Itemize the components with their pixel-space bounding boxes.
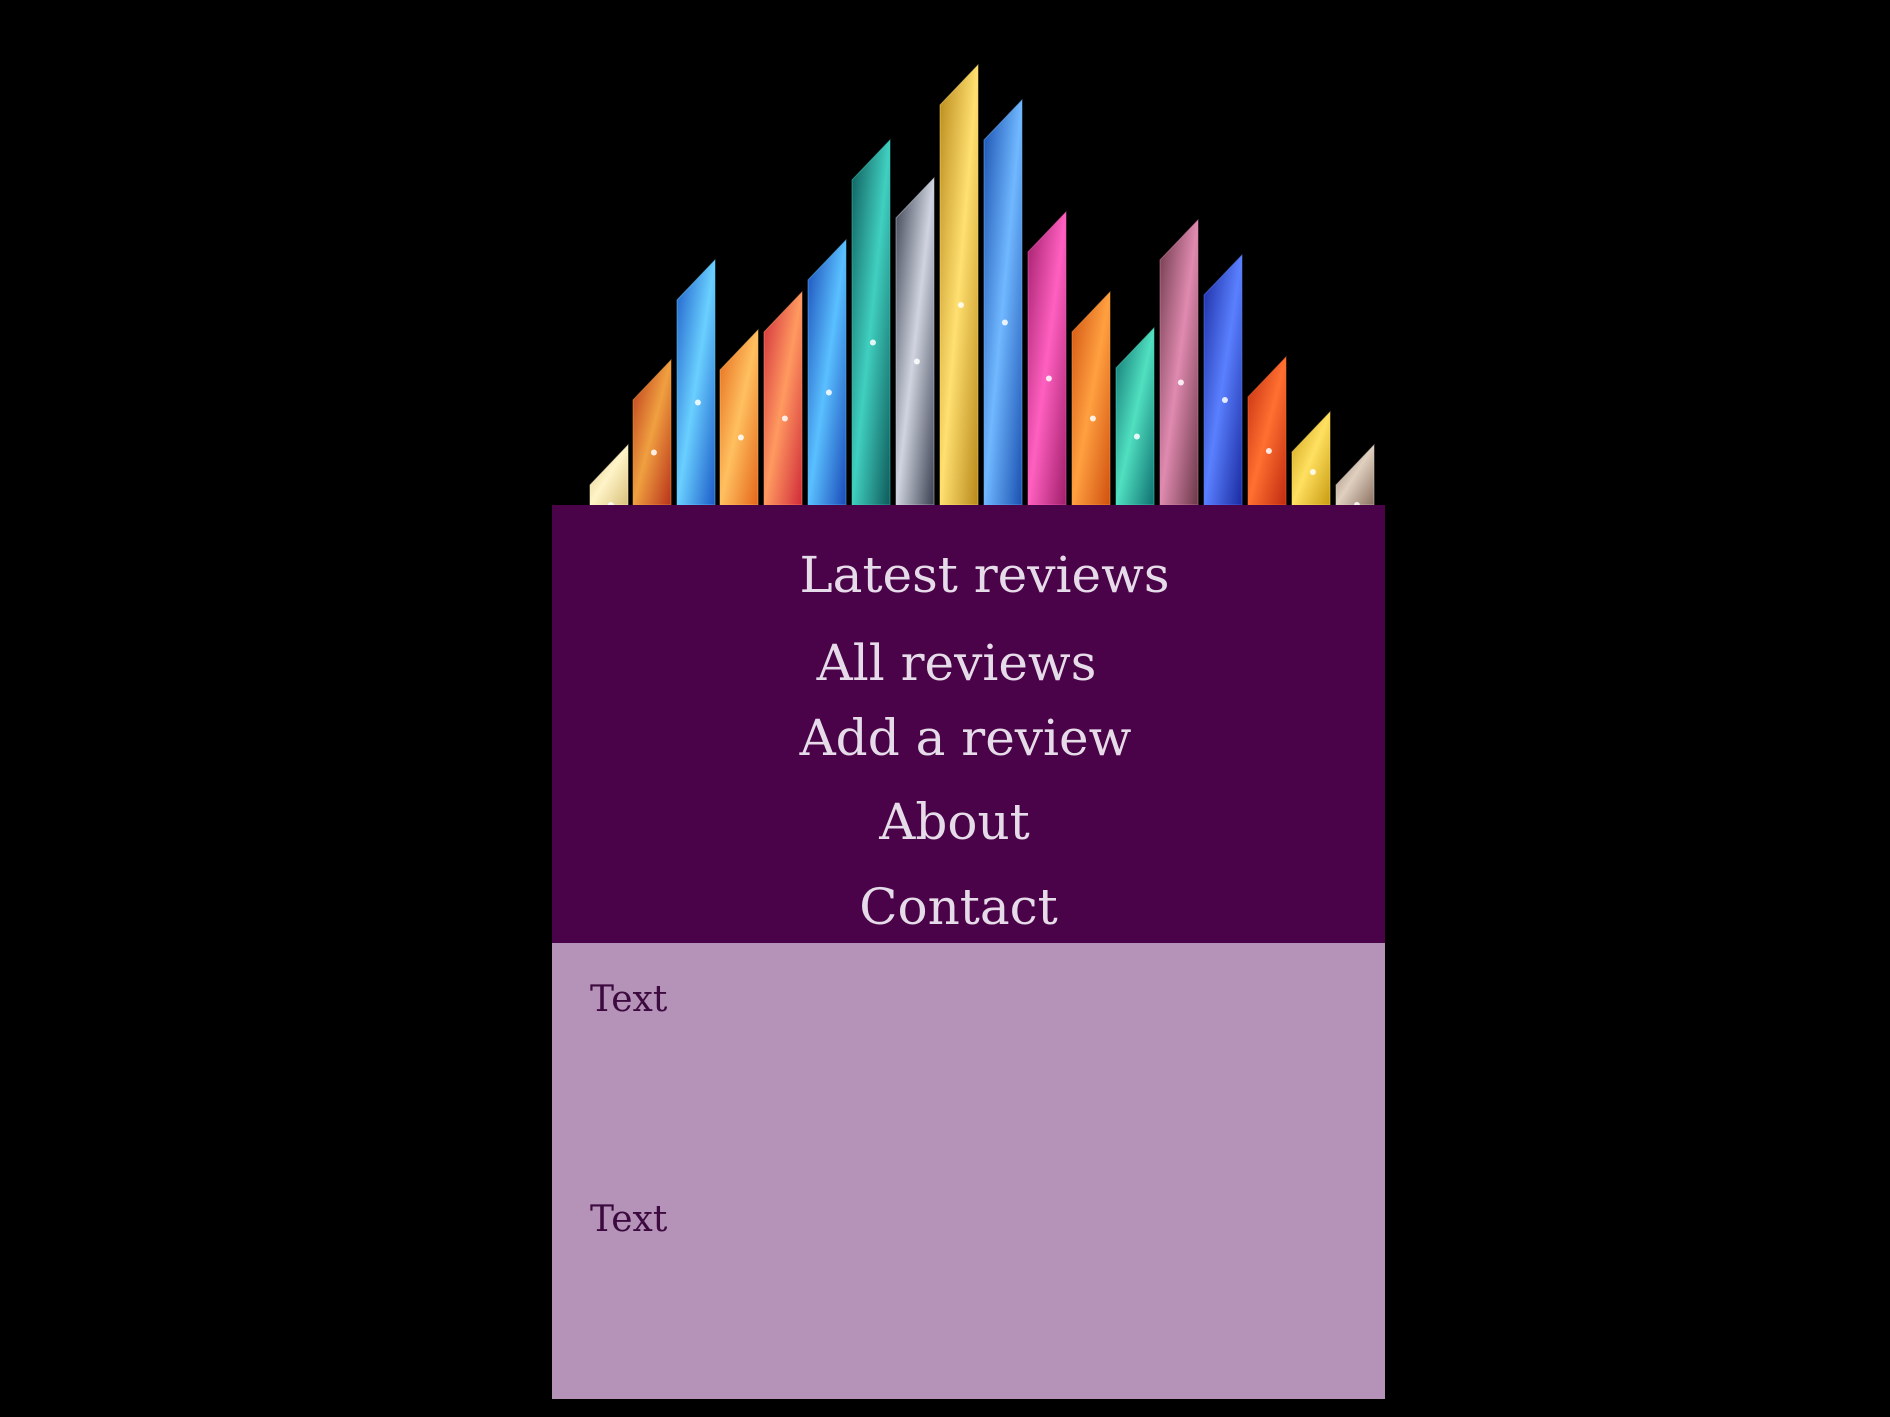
crystal-spire	[1291, 410, 1331, 505]
crystal-star	[781, 415, 788, 422]
crystal-star	[1045, 375, 1052, 382]
nav-item-contact[interactable]: Contact	[542, 877, 1375, 937]
crystal-spire	[1071, 290, 1111, 505]
crystal-star	[1001, 319, 1008, 326]
crystal-star	[1133, 433, 1140, 440]
crystal-star	[825, 389, 832, 396]
nav-menu: Latest reviews All reviews Add a review …	[552, 505, 1385, 943]
crystal-star	[737, 434, 744, 441]
crystal-star	[957, 302, 964, 308]
crystal-star	[1177, 379, 1184, 386]
crystal-star	[650, 449, 657, 456]
content-area: Text Text	[552, 943, 1385, 1399]
crystal-spire	[851, 138, 891, 505]
crystal-spire	[1115, 326, 1155, 505]
crystal-spire	[719, 328, 759, 505]
crystal-spire	[1247, 355, 1287, 505]
nav-item-latest-reviews[interactable]: Latest reviews	[568, 545, 1401, 605]
crystal-spire	[939, 63, 979, 505]
crystal-star	[694, 399, 701, 406]
nav-item-about[interactable]: About	[538, 792, 1371, 852]
content-text-2: Text	[590, 1199, 668, 1240]
crystal-spire	[983, 98, 1023, 505]
crystal-spire	[1159, 218, 1199, 505]
crystal-spire	[1335, 443, 1375, 505]
crystal-star	[1089, 415, 1096, 422]
crystal-spire	[632, 358, 672, 505]
crystal-spire	[807, 238, 847, 505]
crystal-banner-image	[589, 63, 1375, 505]
crystal-star	[1309, 469, 1316, 475]
crystal-spire	[589, 443, 629, 505]
content-text-1: Text	[590, 979, 668, 1020]
crystal-spire	[1203, 253, 1243, 505]
crystal-spire	[763, 290, 803, 505]
crystal-star	[869, 339, 876, 346]
nav-item-all-reviews[interactable]: All reviews	[540, 633, 1373, 693]
crystal-star	[1221, 397, 1228, 403]
crystal-star	[913, 358, 920, 365]
nav-item-add-review[interactable]: Add a review	[549, 708, 1382, 768]
crystal-spire	[676, 258, 716, 505]
crystal-spire	[895, 176, 935, 505]
page: Latest reviews All reviews Add a review …	[0, 0, 1890, 1417]
crystal-spire	[1027, 210, 1067, 505]
crystal-star	[1265, 448, 1272, 454]
